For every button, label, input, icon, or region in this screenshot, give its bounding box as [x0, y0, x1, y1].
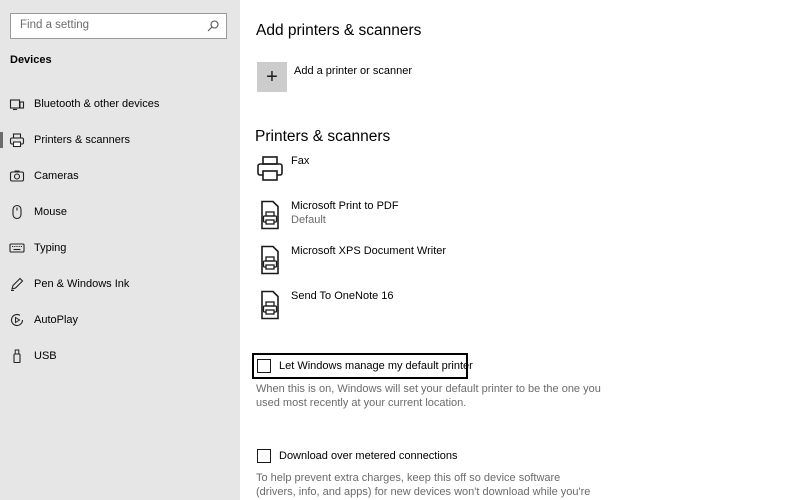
document-printer-icon: [261, 200, 279, 230]
sidebar-item-usb[interactable]: USB: [0, 341, 240, 371]
sidebar-item-label: Printers & scanners: [34, 134, 130, 146]
pen-icon: [9, 276, 25, 292]
printer-name: Send To OneNote 16: [291, 290, 394, 302]
search-icon[interactable]: [206, 19, 220, 33]
sidebar-item-label: Cameras: [34, 170, 79, 182]
printer-item-fax[interactable]: Fax: [256, 155, 556, 195]
checkbox-label: Download over metered connections: [279, 450, 458, 462]
bluetooth-devices-icon: [9, 96, 25, 112]
add-printer-label: Add a printer or scanner: [294, 65, 413, 77]
let-windows-manage-checkbox[interactable]: Let Windows manage my default printer: [257, 359, 473, 373]
printer-item-xps[interactable]: Microsoft XPS Document Writer: [256, 245, 556, 285]
search-placeholder: Find a setting: [20, 19, 90, 31]
document-printer-icon: [261, 290, 279, 320]
document-printer-icon: [261, 245, 279, 275]
sidebar-item-pen[interactable]: Pen & Windows Ink: [0, 269, 240, 299]
let-windows-manage-description: When this is on, Windows will set your d…: [256, 383, 601, 409]
metered-connections-checkbox[interactable]: Download over metered connections: [257, 449, 458, 463]
printer-name: Fax: [291, 155, 310, 167]
sidebar-section-title: Devices: [10, 54, 52, 66]
keyboard-icon: [9, 240, 25, 256]
sidebar-item-label: Bluetooth & other devices: [34, 98, 160, 110]
mouse-icon: [9, 204, 25, 220]
sidebar-item-autoplay[interactable]: AutoPlay: [0, 305, 240, 335]
sidebar: Find a setting Devices Bluetooth & other…: [0, 0, 240, 500]
fax-printer-icon: [257, 156, 283, 181]
printers-list-heading: Printers & scanners: [255, 128, 391, 145]
camera-icon: [9, 168, 25, 184]
checkbox-box[interactable]: [257, 359, 271, 373]
default-badge: Default: [291, 214, 326, 226]
autoplay-icon: [9, 312, 25, 328]
search-input[interactable]: Find a setting: [10, 13, 227, 39]
sidebar-item-label: USB: [34, 350, 57, 362]
main-panel: Add printers & scanners + Add a printer …: [240, 0, 800, 500]
sidebar-item-label: Mouse: [34, 206, 68, 218]
printer-name: Microsoft Print to PDF: [291, 200, 399, 212]
sidebar-item-label: Pen & Windows Ink: [34, 278, 130, 290]
printer-item-pdf[interactable]: Microsoft Print to PDF Default: [256, 200, 556, 240]
add-printer-button[interactable]: + Add a printer or scanner: [257, 62, 412, 94]
printer-icon: [9, 132, 25, 148]
sidebar-item-label: AutoPlay: [34, 314, 79, 326]
sidebar-item-label: Typing: [34, 242, 67, 254]
plus-icon: +: [257, 62, 287, 92]
printer-item-onenote[interactable]: Send To OneNote 16: [256, 290, 556, 330]
sidebar-item-printers[interactable]: Printers & scanners: [0, 125, 240, 155]
sidebar-item-typing[interactable]: Typing: [0, 233, 240, 263]
checkbox-box[interactable]: [257, 449, 271, 463]
sidebar-item-mouse[interactable]: Mouse: [0, 197, 240, 227]
sidebar-item-bluetooth[interactable]: Bluetooth & other devices: [0, 89, 240, 119]
metered-connections-description: To help prevent extra charges, keep this…: [256, 472, 591, 498]
checkbox-label: Let Windows manage my default printer: [279, 360, 473, 372]
usb-icon: [9, 348, 25, 364]
add-printers-heading: Add printers & scanners: [256, 22, 422, 39]
sidebar-item-cameras[interactable]: Cameras: [0, 161, 240, 191]
printer-name: Microsoft XPS Document Writer: [291, 245, 447, 257]
